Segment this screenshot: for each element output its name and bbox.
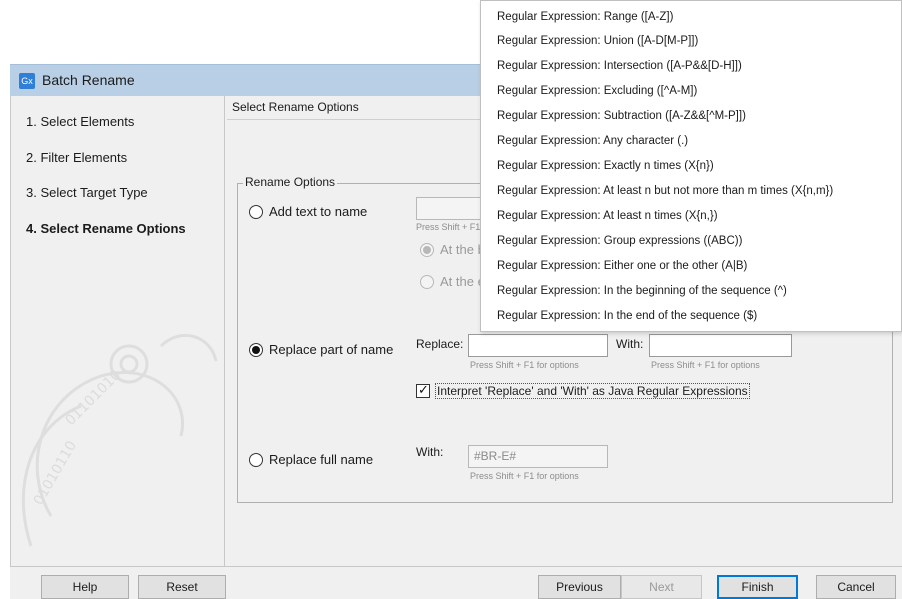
replace-input[interactable] [468, 334, 608, 357]
replace-full-label: Replace full name [269, 452, 374, 467]
menu-item-either-or[interactable]: Regular Expression: Either one or the ot… [497, 260, 747, 272]
menu-item-range[interactable]: Regular Expression: Range ([A-Z]) [497, 11, 673, 23]
menu-item-union[interactable]: Regular Expression: Union ([A-D[M-P]]) [497, 35, 698, 47]
cancel-button[interactable]: Cancel [816, 575, 896, 599]
replace-part-label: Replace part of name [269, 342, 394, 357]
menu-item-end[interactable]: Regular Expression: In the end of the se… [497, 310, 757, 322]
menu-item-subtraction[interactable]: Regular Expression: Subtraction ([A-Z&&[… [497, 110, 746, 122]
app-logo-icon: Gx [19, 73, 35, 89]
menu-item-any-character[interactable]: Regular Expression: Any character (.) [497, 135, 688, 147]
replace-hint: Press Shift + F1 for options [470, 360, 579, 370]
replace-with-input[interactable] [649, 334, 792, 357]
menu-item-n-to-m[interactable]: Regular Expression: At least n but not m… [497, 185, 833, 197]
replace-with-hint: Press Shift + F1 for options [651, 360, 760, 370]
regex-checkbox-label[interactable]: Interpret 'Replace' and 'With' as Java R… [435, 383, 750, 399]
replace-full-radio-row[interactable]: Replace full name [249, 452, 373, 467]
menu-item-beginning[interactable]: Regular Expression: In the beginning of … [497, 285, 787, 297]
replace-part-radio-row[interactable]: Replace part of name [249, 342, 393, 357]
decorative-swirl-watermark: 01101010 01010110 [21, 333, 218, 547]
step-select-rename-options: 4. Select Rename Options [26, 221, 186, 236]
menu-item-exactly-n[interactable]: Regular Expression: Exactly n times (X{n… [497, 160, 714, 172]
rename-options-legend: Rename Options [243, 175, 338, 189]
wizard-button-bar: Help Reset Previous Next Finish Cancel [10, 566, 902, 599]
add-text-radio[interactable] [249, 204, 263, 219]
position-end-radio[interactable] [420, 274, 434, 289]
full-with-hint: Press Shift + F1 for options [470, 471, 579, 481]
menu-item-excluding[interactable]: Regular Expression: Excluding ([^A-M]) [497, 85, 697, 97]
regex-options-menu: Regular Expression: Range ([A-Z]) Regula… [480, 0, 902, 332]
add-text-label: Add text to name [269, 204, 368, 219]
svg-text:01101010: 01101010 [63, 367, 125, 429]
position-beginning-radio[interactable] [420, 242, 434, 257]
page-header: Select Rename Options [232, 100, 359, 114]
replace-full-radio[interactable] [249, 452, 263, 467]
regex-checkbox[interactable] [416, 382, 430, 398]
previous-button[interactable]: Previous [538, 575, 621, 599]
step-select-elements: 1. Select Elements [26, 114, 135, 129]
replace-part-radio[interactable] [249, 342, 263, 357]
regex-checkbox-row[interactable]: Interpret 'Replace' and 'With' as Java R… [416, 382, 750, 399]
finish-button[interactable]: Finish [717, 575, 798, 599]
step-select-target-type: 3. Select Target Type [26, 185, 148, 200]
replace-label: Replace: [416, 337, 464, 351]
help-button[interactable]: Help [41, 575, 129, 599]
menu-item-group[interactable]: Regular Expression: Group expressions ((… [497, 235, 742, 247]
full-with-input[interactable]: #BR-E# [468, 445, 608, 468]
full-with-label: With: [416, 445, 444, 459]
window-title: Batch Rename [42, 72, 135, 88]
wizard-steps-panel: 1. Select Elements 2. Filter Elements 3.… [11, 96, 225, 566]
next-button[interactable]: Next [621, 575, 702, 599]
add-text-radio-row[interactable]: Add text to name [249, 204, 367, 219]
menu-item-at-least-n[interactable]: Regular Expression: At least n times (X{… [497, 210, 718, 222]
replace-with-label: With: [616, 337, 644, 351]
step-filter-elements: 2. Filter Elements [26, 150, 128, 165]
reset-button[interactable]: Reset [138, 575, 226, 599]
menu-item-intersection[interactable]: Regular Expression: Intersection ([A-P&&… [497, 60, 742, 72]
